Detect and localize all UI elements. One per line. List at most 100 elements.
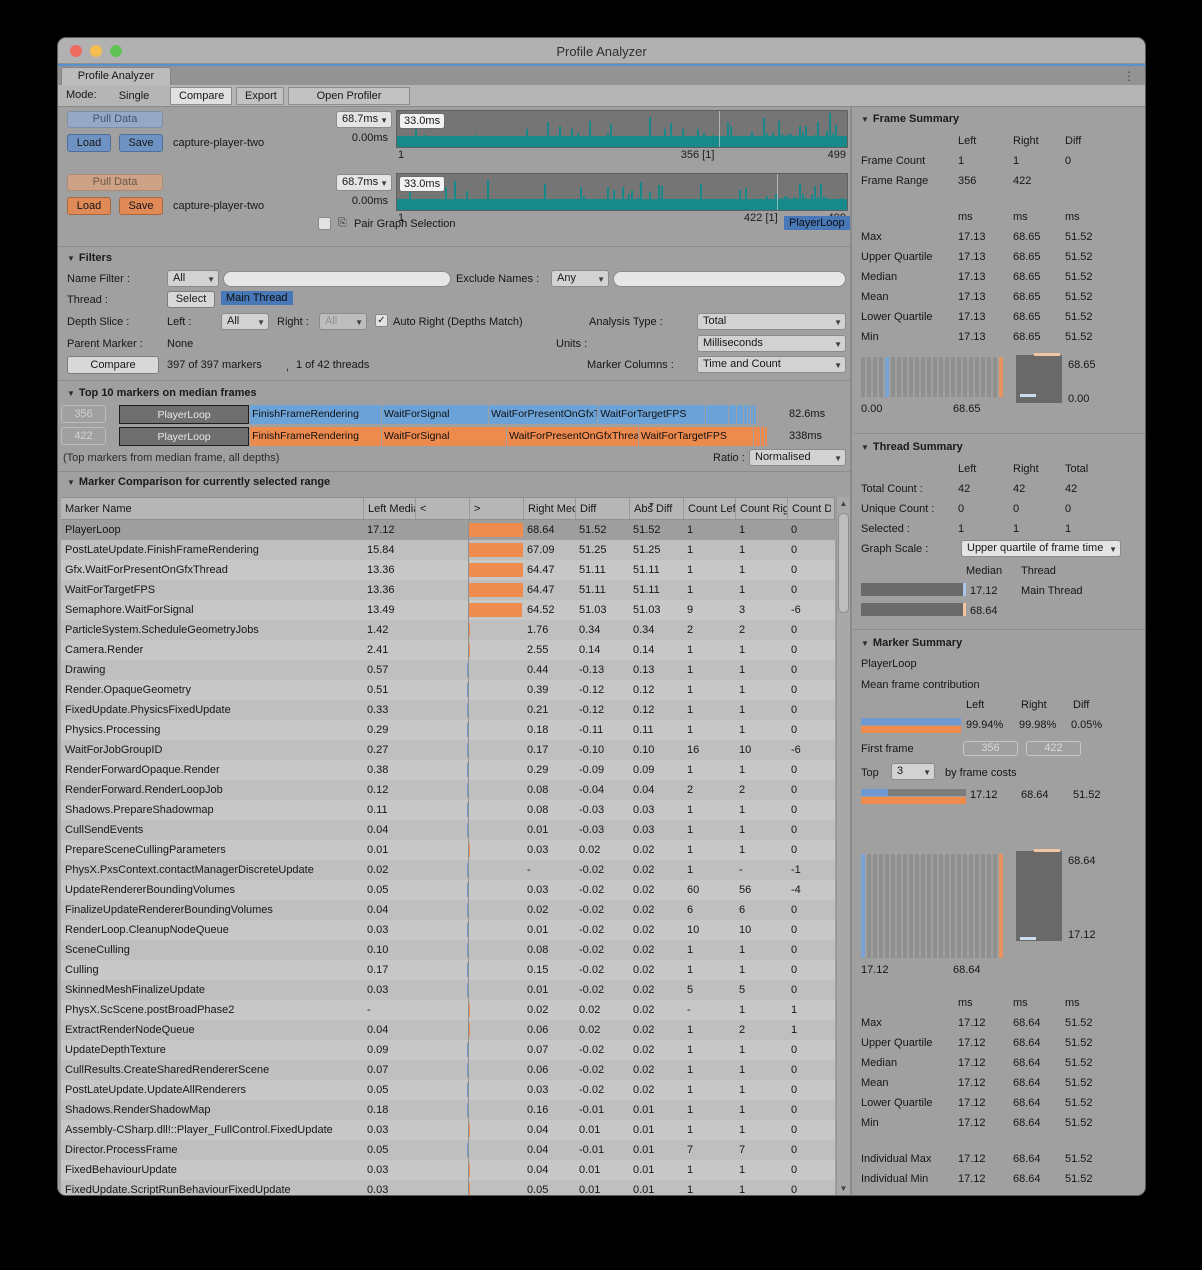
top10-segment[interactable]: WaitForTargetFPS (598, 405, 704, 424)
table-row[interactable]: FinalizeUpdateRendererBoundingVolumes0.0… (61, 900, 835, 920)
thread-value-chip[interactable]: Main Thread (221, 291, 293, 305)
table-row[interactable]: PostLateUpdate.FinishFrameRendering15.84… (61, 540, 835, 560)
compare-button[interactable]: Compare (67, 356, 159, 374)
thread-summary-header[interactable]: ▼Thread Summary (861, 441, 963, 453)
table-row[interactable]: Camera.Render2.412.550.140.14110 (61, 640, 835, 660)
table-row[interactable]: Drawing0.570.44-0.130.13110 (61, 660, 835, 680)
table-row[interactable]: CullSendEvents0.040.01-0.030.03110 (61, 820, 835, 840)
table-row[interactable]: WaitForTargetFPS13.3664.4751.1151.11110 (61, 580, 835, 600)
export-button[interactable]: Export (236, 87, 284, 105)
frame-index-button[interactable]: 356 (61, 405, 106, 423)
table-row[interactable]: Physics.Processing0.290.18-0.110.11110 (61, 720, 835, 740)
table-row[interactable]: FixedUpdate.PhysicsFixedUpdate0.330.21-0… (61, 700, 835, 720)
top10-segment[interactable]: WaitForSignal (382, 427, 506, 446)
top10-segment[interactable]: WaitForPresentOnGfxThread (489, 405, 597, 424)
table-row[interactable]: RenderLoop.CleanupNodeQueue0.030.01-0.02… (61, 920, 835, 940)
top10-segment[interactable] (754, 427, 760, 446)
top10-segment[interactable] (761, 427, 764, 446)
frame-index-button[interactable]: 422 (61, 427, 106, 445)
table-row[interactable]: Render.OpaqueGeometry0.510.39-0.120.1211… (61, 680, 835, 700)
table-row[interactable]: Director.ProcessFrame0.050.04-0.010.0177… (61, 1140, 835, 1160)
table-row[interactable]: Gfx.WaitForPresentOnGfxThread13.3664.475… (61, 560, 835, 580)
marker-summary-header[interactable]: ▼Marker Summary (861, 637, 962, 649)
top10-segment[interactable] (748, 405, 750, 424)
table-row[interactable]: Shadows.PrepareShadowmap0.110.08-0.030.0… (61, 800, 835, 820)
top10-segment[interactable]: PlayerLoop (119, 427, 249, 446)
top10-segment[interactable]: WaitForSignal (382, 405, 488, 424)
frame-summary-header[interactable]: ▼Frame Summary (861, 113, 959, 125)
table-row[interactable]: UpdateRendererBoundingVolumes0.050.03-0.… (61, 880, 835, 900)
table-row[interactable]: FixedUpdate.ScriptRunBehaviourFixedUpdat… (61, 1180, 835, 1195)
exclude-mode-dropdown[interactable]: Any▼ (551, 270, 609, 287)
column-header--[interactable]: < (415, 498, 469, 519)
top10-segment[interactable] (729, 405, 737, 424)
top10-segment[interactable] (765, 427, 767, 446)
range-max-left-dropdown[interactable]: 68.7ms▼ (336, 111, 392, 128)
table-row[interactable]: Culling0.170.15-0.020.02110 (61, 960, 835, 980)
thread-select-button[interactable]: Select (167, 291, 215, 308)
top10-segment[interactable]: FinishFrameRendering (250, 427, 381, 446)
auto-right-checkbox[interactable]: ✓ (375, 314, 388, 327)
table-row[interactable]: PrepareSceneCullingParameters0.010.030.0… (61, 840, 835, 860)
load-right-button[interactable]: Load (67, 197, 111, 215)
scroll-up-icon[interactable]: ▲ (837, 499, 850, 508)
mode-compare-button[interactable]: Compare (170, 87, 232, 105)
table-row[interactable]: FixedBehaviourUpdate0.030.040.010.01110 (61, 1160, 835, 1180)
tab-profile-analyzer[interactable]: Profile Analyzer (61, 67, 171, 85)
graph-scale-dropdown[interactable]: Upper quartile of frame time▼ (961, 540, 1121, 557)
depth-left-dropdown[interactable]: All▼ (221, 313, 269, 330)
exclude-names-input[interactable] (613, 271, 846, 287)
column-header-left-median[interactable]: Left Median (363, 498, 415, 519)
name-filter-mode-dropdown[interactable]: All▼ (167, 270, 219, 287)
pull-data-right-button[interactable]: Pull Data (67, 174, 163, 191)
column-header-count-diff[interactable]: Count Diff (787, 498, 831, 519)
first-frame-right-button[interactable]: 422 (1026, 741, 1081, 756)
top10-segment[interactable] (706, 405, 728, 424)
column-header-abs-diff[interactable]: Abs Diff▼ (629, 498, 683, 519)
top10-segment[interactable] (737, 405, 742, 424)
column-header-count-right[interactable]: Count Right (735, 498, 787, 519)
table-row[interactable]: PhysX.PxsContext.contactManagerDiscreteU… (61, 860, 835, 880)
top10-header[interactable]: ▼Top 10 markers on median frames (67, 387, 257, 399)
table-row[interactable]: RenderForward.RenderLoopJob0.120.08-0.04… (61, 780, 835, 800)
column-header--[interactable]: > (469, 498, 523, 519)
pair-graph-selection-checkbox[interactable] (318, 217, 331, 230)
open-profiler-window-button[interactable]: Open Profiler Window (288, 87, 410, 105)
column-header-marker-name[interactable]: Marker Name (61, 498, 363, 519)
top10-segment[interactable]: PlayerLoop (119, 405, 249, 424)
save-right-button[interactable]: Save (119, 197, 163, 215)
frame-time-graph-left[interactable]: 33.0ms (396, 110, 848, 148)
top10-segment[interactable] (744, 405, 747, 424)
name-filter-input[interactable] (223, 271, 451, 287)
top-count-dropdown[interactable]: 3▼ (891, 763, 935, 780)
top10-segment[interactable]: FinishFrameRendering (250, 405, 381, 424)
column-header-right-median[interactable]: Right Median (523, 498, 575, 519)
table-row[interactable]: SceneCulling0.100.08-0.020.02110 (61, 940, 835, 960)
top10-segment[interactable] (751, 405, 753, 424)
top10-segment[interactable]: WaitForTargetFPS (639, 427, 753, 446)
table-row[interactable]: PostLateUpdate.UpdateAllRenderers0.050.0… (61, 1080, 835, 1100)
table-row[interactable]: Shadows.RenderShadowMap0.180.16-0.010.01… (61, 1100, 835, 1120)
filters-header[interactable]: ▼Filters (67, 252, 112, 264)
analysis-type-dropdown[interactable]: Total▼ (697, 313, 846, 330)
table-row[interactable]: PhysX.ScScene.postBroadPhase2-0.020.020.… (61, 1000, 835, 1020)
top10-segment[interactable] (754, 405, 756, 424)
table-row[interactable]: ExtractRenderNodeQueue0.040.060.020.0212… (61, 1020, 835, 1040)
panel-splitter[interactable] (850, 107, 852, 1195)
first-frame-left-button[interactable]: 356 (963, 741, 1018, 756)
table-scrollbar[interactable]: ▲ ▼ (836, 497, 850, 1195)
table-row[interactable]: ParticleSystem.ScheduleGeometryJobs1.421… (61, 620, 835, 640)
frame-time-graph-right[interactable]: 33.0ms (396, 173, 848, 211)
selected-marker-chip[interactable]: PlayerLoop (784, 216, 850, 230)
marker-columns-dropdown[interactable]: Time and Count▼ (697, 356, 846, 373)
units-dropdown[interactable]: Milliseconds▼ (697, 335, 846, 352)
table-row[interactable]: Assembly-CSharp.dll!::Player_FullControl… (61, 1120, 835, 1140)
mode-single-button[interactable]: Single (104, 87, 164, 105)
column-header-count-left[interactable]: Count Left (683, 498, 735, 519)
marker-comparison-header[interactable]: ▼Marker Comparison for currently selecte… (67, 476, 330, 488)
table-row[interactable]: UpdateDepthTexture0.090.07-0.020.02110 (61, 1040, 835, 1060)
table-row[interactable]: WaitForJobGroupID0.270.17-0.100.101610-6 (61, 740, 835, 760)
range-max-right-dropdown[interactable]: 68.7ms▼ (336, 174, 392, 191)
table-row[interactable]: CullResults.CreateSharedRendererScene0.0… (61, 1060, 835, 1080)
scrollbar-thumb[interactable] (838, 513, 849, 613)
